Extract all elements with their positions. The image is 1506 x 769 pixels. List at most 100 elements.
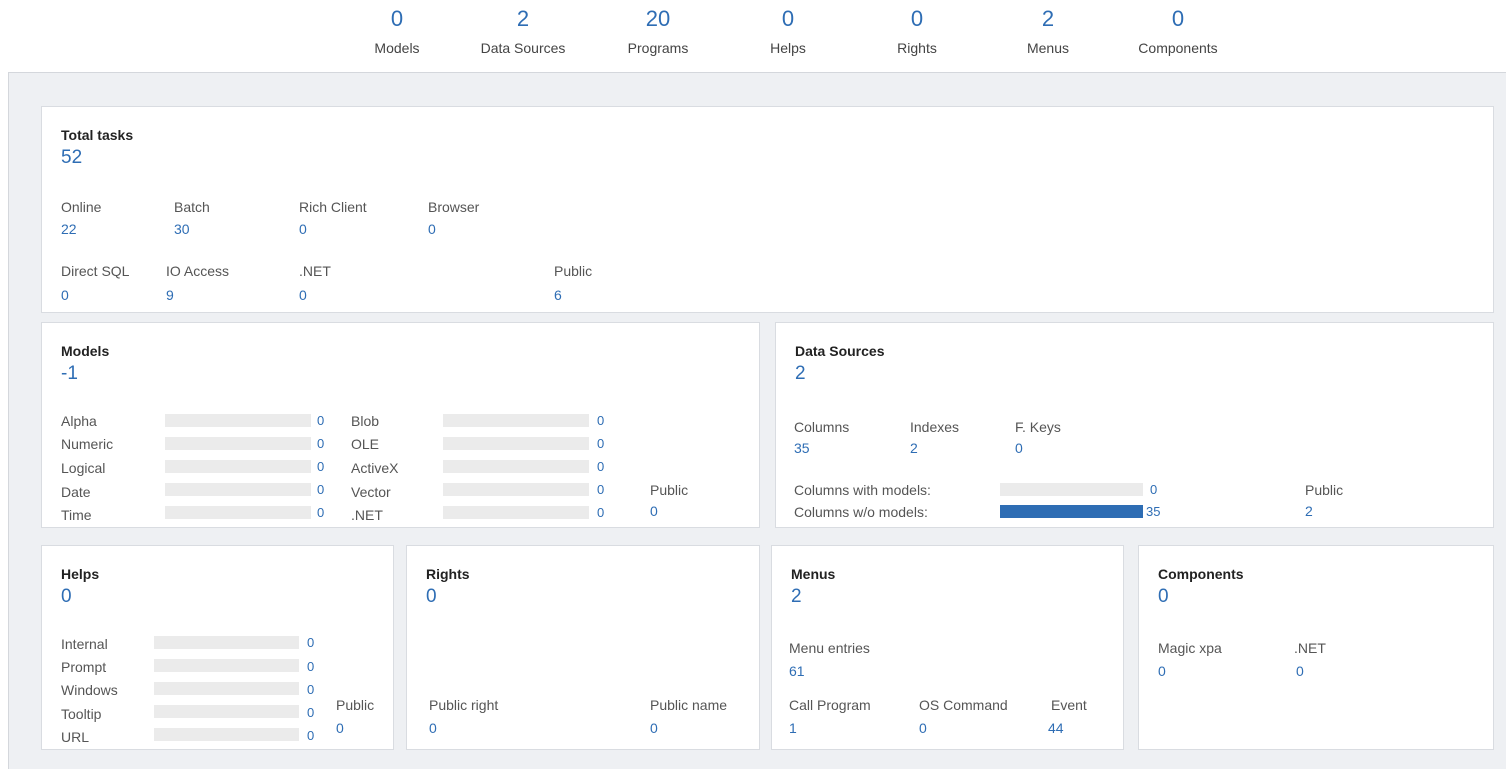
summary-menus[interactable]: 2 Menus: [1027, 6, 1069, 58]
summary-label: Components: [1138, 40, 1218, 56]
summary-label: Models: [374, 40, 420, 56]
summary-label: Data Sources: [480, 40, 566, 56]
model-type-label: ActiveX: [351, 460, 399, 476]
model-type-count: 0: [597, 505, 605, 520]
model-type-bar: [165, 437, 311, 450]
help-type-bar: [154, 682, 299, 695]
card-title: Rights: [426, 566, 470, 582]
menus-card: Menus 2 Menu entries 61 Call Program 1 O…: [771, 545, 1124, 750]
columns-with-models-label: Columns with models:: [794, 482, 931, 498]
total-tasks-card: Total tasks 52 Online 22 Batch 30 Rich C…: [41, 106, 1494, 313]
batch-value: 30: [174, 221, 190, 237]
summary-value: 2: [1041, 6, 1055, 31]
columns-without-models-count: 35: [1146, 504, 1161, 519]
rich-client-label: Rich Client: [299, 199, 367, 215]
summary-label: Programs: [627, 40, 689, 56]
public-value: 0: [336, 720, 344, 736]
model-type-count: 0: [317, 459, 325, 474]
dotnet-value: 0: [1296, 663, 1304, 679]
magic-xpa-label: Magic xpa: [1158, 640, 1222, 656]
model-type-count: 0: [597, 459, 605, 474]
model-type-count: 0: [317, 482, 325, 497]
model-type-count: 0: [317, 436, 325, 451]
summary-models[interactable]: 0 Models: [374, 6, 419, 58]
summary-helps[interactable]: 0 Helps: [770, 6, 806, 58]
public-label: Public: [650, 482, 689, 498]
total-tasks-value: 52: [61, 147, 83, 168]
summary-label: Helps: [770, 40, 806, 56]
summary-value: 0: [1171, 6, 1185, 31]
batch-label: Batch: [174, 199, 210, 215]
columns-with-models-bar: [1000, 483, 1143, 496]
columns-without-models-bar: [1000, 505, 1143, 518]
menu-entries-label: Menu entries: [789, 640, 870, 656]
os-command-label: OS Command: [919, 697, 1008, 713]
magic-xpa-value: 0: [1158, 663, 1166, 679]
help-type-count: 0: [307, 635, 315, 650]
indexes-value: 2: [910, 440, 918, 456]
browser-label: Browser: [428, 199, 480, 215]
public-label: Public: [554, 263, 593, 279]
help-type-label: Windows: [61, 682, 118, 698]
rich-client-value: 0: [299, 221, 307, 237]
model-type-label: Time: [61, 507, 92, 523]
public-label: Public: [336, 697, 375, 713]
model-type-label: Numeric: [61, 436, 114, 452]
public-value: 2: [1305, 503, 1313, 519]
model-type-label: Logical: [61, 460, 106, 476]
model-type-count: 0: [597, 436, 605, 451]
summary-value: 2: [516, 6, 530, 31]
help-type-count: 0: [307, 705, 315, 720]
public-label: Public: [1305, 482, 1344, 498]
data-sources-card: Data Sources 2 Columns 35 Indexes 2 F. K…: [775, 322, 1494, 528]
menu-entries-value: 61: [789, 663, 805, 679]
rights-value: 0: [426, 586, 437, 607]
models-value: -1: [61, 363, 78, 384]
card-title: Components: [1158, 566, 1244, 582]
public-name-value: 0: [650, 720, 658, 736]
model-type-bar: [443, 414, 589, 427]
io-access-value: 9: [166, 287, 174, 303]
dotnet-label: .NET: [1294, 640, 1326, 656]
help-type-count: 0: [307, 728, 315, 743]
model-type-bar: [443, 460, 589, 473]
model-type-bar: [165, 414, 311, 427]
model-type-label: Blob: [351, 413, 380, 429]
summary-value: 0: [781, 6, 795, 31]
summary-data-sources[interactable]: 2 Data Sources: [481, 6, 566, 58]
summary-bar: 0 Models 2 Data Sources 20 Programs 0 He…: [0, 0, 1506, 72]
help-type-bar: [154, 705, 299, 718]
helps-card: Helps 0 Internal 0 Prompt 0 Windows 0 To…: [41, 545, 394, 750]
help-type-bar: [154, 659, 299, 672]
columns-with-models-count: 0: [1150, 482, 1158, 497]
summary-label: Menus: [1026, 40, 1070, 56]
summary-label: Rights: [897, 40, 937, 56]
summary-components[interactable]: 0 Components: [1138, 6, 1217, 58]
summary-value: 0: [390, 6, 404, 31]
event-label: Event: [1051, 697, 1087, 713]
summary-value: 20: [645, 6, 671, 31]
model-type-bar: [443, 506, 589, 519]
help-type-label: URL: [61, 729, 90, 745]
summary-programs[interactable]: 20 Programs: [628, 6, 689, 58]
card-title: Models: [61, 343, 110, 359]
model-type-label: OLE: [351, 436, 380, 452]
model-type-label: Vector: [351, 484, 391, 500]
public-right-label: Public right: [429, 697, 499, 713]
help-type-label: Internal: [61, 636, 108, 652]
help-type-label: Prompt: [61, 659, 107, 675]
help-type-count: 0: [307, 659, 315, 674]
direct-sql-value: 0: [61, 287, 69, 303]
public-right-value: 0: [429, 720, 437, 736]
fkeys-label: F. Keys: [1015, 419, 1061, 435]
help-type-count: 0: [307, 682, 315, 697]
card-title: Data Sources: [795, 343, 885, 359]
summary-rights[interactable]: 0 Rights: [897, 6, 937, 58]
helps-value: 0: [61, 586, 72, 607]
help-type-bar: [154, 636, 299, 649]
menus-value: 2: [791, 586, 802, 607]
card-title: Total tasks: [61, 127, 134, 143]
call-program-label: Call Program: [789, 697, 871, 713]
help-type-bar: [154, 728, 299, 741]
public-value: 0: [650, 503, 658, 519]
